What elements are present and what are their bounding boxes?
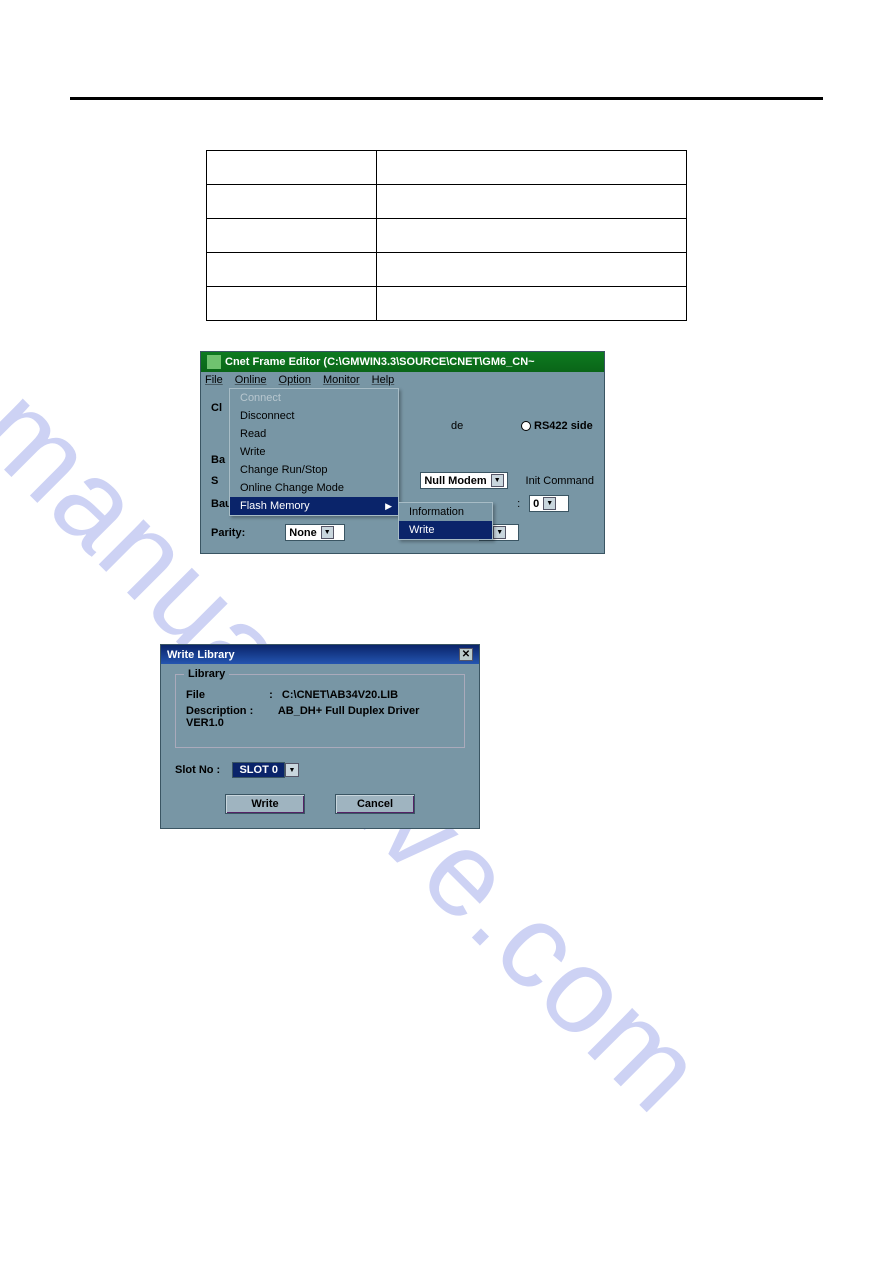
spec-header-1 bbox=[207, 151, 377, 185]
menu-item-connect: Connect bbox=[230, 389, 398, 407]
chevron-down-icon: ▼ bbox=[491, 474, 504, 487]
menubar[interactable]: File Online Option Monitor Help bbox=[201, 372, 604, 388]
menu-item-label: Flash Memory bbox=[240, 500, 310, 512]
submenu-arrow-icon: ▶ bbox=[385, 501, 392, 512]
label-init-command: Init Command bbox=[526, 475, 594, 487]
menu-item-read[interactable]: Read bbox=[230, 425, 398, 443]
menu-item-write[interactable]: Write bbox=[230, 443, 398, 461]
frame-editor-title: Cnet Frame Editor (C:\GMWIN3.3\SOURCE\CN… bbox=[225, 356, 535, 368]
radio-icon bbox=[521, 421, 531, 431]
spec-cell bbox=[207, 185, 377, 219]
menu-item-online-change[interactable]: Online Change Mode bbox=[230, 479, 398, 497]
label-parity: Parity: bbox=[211, 527, 245, 539]
menu-help[interactable]: Help bbox=[372, 374, 395, 386]
dialog-title: Write Library bbox=[167, 649, 235, 661]
spec-cell bbox=[207, 219, 377, 253]
menu-item-flash-memory[interactable]: Flash Memory ▶ bbox=[230, 497, 398, 515]
table-row bbox=[207, 253, 687, 287]
chevron-down-icon[interactable]: ▼ bbox=[285, 763, 299, 777]
cancel-button[interactable]: Cancel bbox=[335, 794, 415, 814]
radio-rs422[interactable]: RS422 side bbox=[521, 420, 593, 432]
table-row bbox=[207, 185, 687, 219]
spec-cell bbox=[377, 253, 687, 287]
label-s: S bbox=[211, 475, 218, 487]
close-icon: ✕ bbox=[462, 649, 470, 660]
spec-cell bbox=[207, 287, 377, 321]
fieldset-legend: Library bbox=[184, 668, 229, 680]
spec-header-2 bbox=[377, 151, 687, 185]
spec-cell bbox=[377, 185, 687, 219]
modem-value: Null Modem bbox=[424, 475, 486, 487]
flash-submenu: Information Write bbox=[398, 502, 493, 540]
page-header-rule bbox=[70, 60, 823, 100]
menu-online[interactable]: Online bbox=[235, 374, 267, 386]
zero-combo[interactable]: 0▼ bbox=[529, 495, 569, 512]
parity-combo[interactable]: None ▼ bbox=[285, 524, 345, 541]
cnet-frame-editor-window: Cnet Frame Editor (C:\GMWIN3.3\SOURCE\CN… bbox=[200, 351, 605, 554]
chevron-down-icon: ▼ bbox=[543, 497, 556, 510]
submenu-item-information[interactable]: Information bbox=[399, 503, 492, 521]
write-button[interactable]: Write bbox=[225, 794, 305, 814]
submenu-item-write[interactable]: Write bbox=[399, 521, 492, 539]
radio-label: RS422 side bbox=[534, 420, 593, 432]
app-icon bbox=[207, 355, 221, 369]
zero-value: 0 bbox=[533, 498, 539, 510]
label-de: de bbox=[451, 420, 463, 432]
menu-item-runstop[interactable]: Change Run/Stop bbox=[230, 461, 398, 479]
library-fieldset: Library File : C:\CNET\AB34V20.LIB Descr… bbox=[175, 674, 465, 748]
chevron-down-icon: ▼ bbox=[493, 526, 506, 539]
parity-value: None bbox=[289, 527, 317, 539]
menu-item-disconnect[interactable]: Disconnect bbox=[230, 407, 398, 425]
spec-cell bbox=[377, 219, 687, 253]
menu-file[interactable]: File bbox=[205, 374, 223, 386]
slot-select[interactable]: SLOT 0 bbox=[232, 762, 285, 778]
spec-table bbox=[206, 150, 687, 321]
file-label: File bbox=[186, 689, 266, 701]
table-row bbox=[207, 219, 687, 253]
frame-editor-titlebar[interactable]: Cnet Frame Editor (C:\GMWIN3.3\SOURCE\CN… bbox=[201, 352, 604, 372]
file-value: C:\CNET\AB34V20.LIB bbox=[282, 689, 398, 701]
chevron-down-icon: ▼ bbox=[321, 526, 334, 539]
slot-label: Slot No : bbox=[175, 764, 220, 776]
spec-cell bbox=[207, 253, 377, 287]
modem-combo[interactable]: Null Modem ▼ bbox=[420, 472, 507, 489]
table-row bbox=[207, 151, 687, 185]
description-label: Description : bbox=[186, 705, 266, 717]
table-row bbox=[207, 287, 687, 321]
write-library-dialog: Write Library ✕ Library File : C:\CNET\A… bbox=[160, 644, 480, 829]
online-menu-dropdown: Connect Disconnect Read Write Change Run… bbox=[229, 388, 399, 516]
menu-monitor[interactable]: Monitor bbox=[323, 374, 360, 386]
menu-option[interactable]: Option bbox=[279, 374, 311, 386]
spec-cell bbox=[377, 287, 687, 321]
write-library-titlebar[interactable]: Write Library ✕ bbox=[161, 645, 479, 664]
close-button[interactable]: ✕ bbox=[459, 648, 473, 661]
